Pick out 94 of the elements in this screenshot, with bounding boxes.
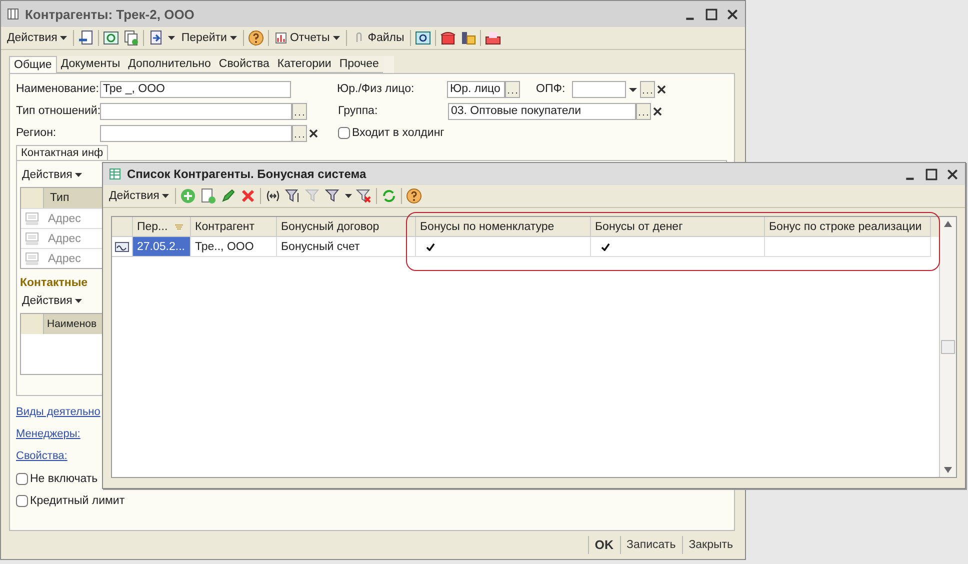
tab[interactable]: Общие <box>9 56 57 73</box>
actions-menu[interactable]: Действия <box>107 190 172 202</box>
caret-icon <box>332 36 340 40</box>
filter-icon[interactable] <box>285 188 302 204</box>
filter-icon[interactable] <box>325 188 342 204</box>
window-title: Контрагенты: Трек-2, ООО <box>25 6 194 22</box>
window-title: Список Контрагенты. Бонусная система <box>127 167 366 181</box>
help-icon[interactable] <box>248 30 264 46</box>
document-icon <box>24 252 40 266</box>
record-icon <box>115 242 129 252</box>
dialog-button[interactable]: OK <box>592 538 616 552</box>
dropdown-field[interactable] <box>572 80 626 98</box>
link[interactable]: Менеджеры: <box>16 424 80 446</box>
column-header: Тип <box>49 192 70 204</box>
dialog-button[interactable]: Записать <box>624 539 678 551</box>
link[interactable]: Виды деятельно <box>16 402 100 424</box>
table-icon <box>7 8 19 20</box>
chart-icon <box>274 32 287 44</box>
column-header[interactable]: Бонусы от денег <box>591 217 765 237</box>
arrow-document-icon[interactable] <box>148 30 164 46</box>
column-header[interactable]: Бонусный договор <box>277 217 416 237</box>
tab[interactable]: Свойства <box>214 56 274 73</box>
input-field[interactable]: Тре _, ООО <box>100 80 291 98</box>
table-cell: Тре.., ООО <box>191 237 277 257</box>
close-icon[interactable] <box>946 168 959 180</box>
column-header <box>21 314 44 334</box>
actions-menu[interactable]: Действия <box>5 32 70 44</box>
files-button[interactable]: Файлы <box>350 32 406 44</box>
clear-filter-icon[interactable] <box>356 188 372 204</box>
delete-icon[interactable] <box>240 188 256 204</box>
actions-menu[interactable]: Действия <box>20 291 84 311</box>
scroll-down-icon[interactable] <box>944 467 952 473</box>
checkbox[interactable] <box>16 495 28 507</box>
caret-icon <box>230 36 237 40</box>
caret-icon[interactable] <box>168 36 176 40</box>
caret-icon <box>162 194 170 198</box>
pencil-icon[interactable] <box>220 188 236 204</box>
section-heading: Контактные <box>20 277 88 289</box>
table-cell-text: Адрес <box>47 212 81 224</box>
tab[interactable]: Контактная инф <box>16 145 108 160</box>
column-header[interactable]: Контрагент <box>191 217 277 237</box>
actions-menu[interactable]: Действия <box>20 165 84 185</box>
field-label: Юр./Физ лицо: <box>337 83 416 95</box>
field-label: Тип отношений: <box>16 105 100 117</box>
maximize-icon[interactable] <box>705 8 718 20</box>
field-label: Наименование: <box>16 83 100 95</box>
document-icon <box>24 232 40 246</box>
interval-icon[interactable] <box>265 188 282 204</box>
table-icon <box>109 168 121 180</box>
table-cell: Бонусный счет <box>277 237 416 257</box>
field-label: Регион: <box>16 127 58 139</box>
link[interactable]: Свойства: <box>16 446 68 468</box>
document-icon <box>24 212 40 226</box>
sort-icon <box>174 222 184 230</box>
checkbox[interactable] <box>338 127 350 139</box>
copy-document-icon[interactable] <box>200 188 216 204</box>
input-field[interactable] <box>100 124 292 142</box>
checkbox[interactable] <box>16 473 28 485</box>
tab[interactable]: Категории <box>273 56 336 73</box>
scroll-thumb[interactable] <box>941 340 955 354</box>
table-cell-text: Адрес <box>47 232 81 244</box>
check-mark <box>601 242 610 250</box>
dialog-button[interactable]: Закрыть <box>686 539 735 551</box>
table-cell-text: Адрес <box>47 252 81 264</box>
tab[interactable]: Дополнительно <box>124 56 215 73</box>
caret-icon <box>75 173 82 177</box>
copy-document-icon[interactable] <box>123 30 140 46</box>
field-label: Группа: <box>338 105 379 117</box>
caret-icon <box>75 299 82 303</box>
close-icon[interactable] <box>726 8 739 20</box>
table-cell: 27.05.2... <box>133 237 191 257</box>
tab[interactable]: Документы <box>56 56 124 73</box>
field-label: ОПФ: <box>536 83 566 95</box>
tab[interactable]: Прочее <box>335 56 383 73</box>
column-header: Наименов <box>46 318 97 330</box>
reports-menu[interactable]: Отчеты <box>272 32 342 44</box>
input-field[interactable]: 03. Оптовые покупатели <box>448 102 636 120</box>
goto-menu[interactable]: Перейти <box>179 32 239 44</box>
scrollbar[interactable] <box>939 217 956 477</box>
input-field[interactable]: Юр. лицо <box>447 80 505 98</box>
input-field[interactable] <box>100 102 292 120</box>
column-header[interactable]: Бонусы по номенклатуре <box>416 217 591 237</box>
help-icon[interactable] <box>406 188 422 204</box>
checkbox-label: Кредитный лимит <box>30 495 125 507</box>
maximize-icon[interactable] <box>925 168 938 180</box>
checkbox-label: Входит в холдинг <box>352 127 444 139</box>
check-mark <box>426 242 435 250</box>
document-arrow-icon[interactable] <box>78 30 94 46</box>
scroll-up-icon[interactable] <box>944 221 952 227</box>
checkbox-label: Не включать <box>30 473 98 485</box>
caret-icon <box>60 36 68 40</box>
column-header <box>21 188 44 208</box>
column-header[interactable]: Бонус по строке реализации <box>765 217 931 237</box>
caret-icon[interactable] <box>345 194 352 198</box>
